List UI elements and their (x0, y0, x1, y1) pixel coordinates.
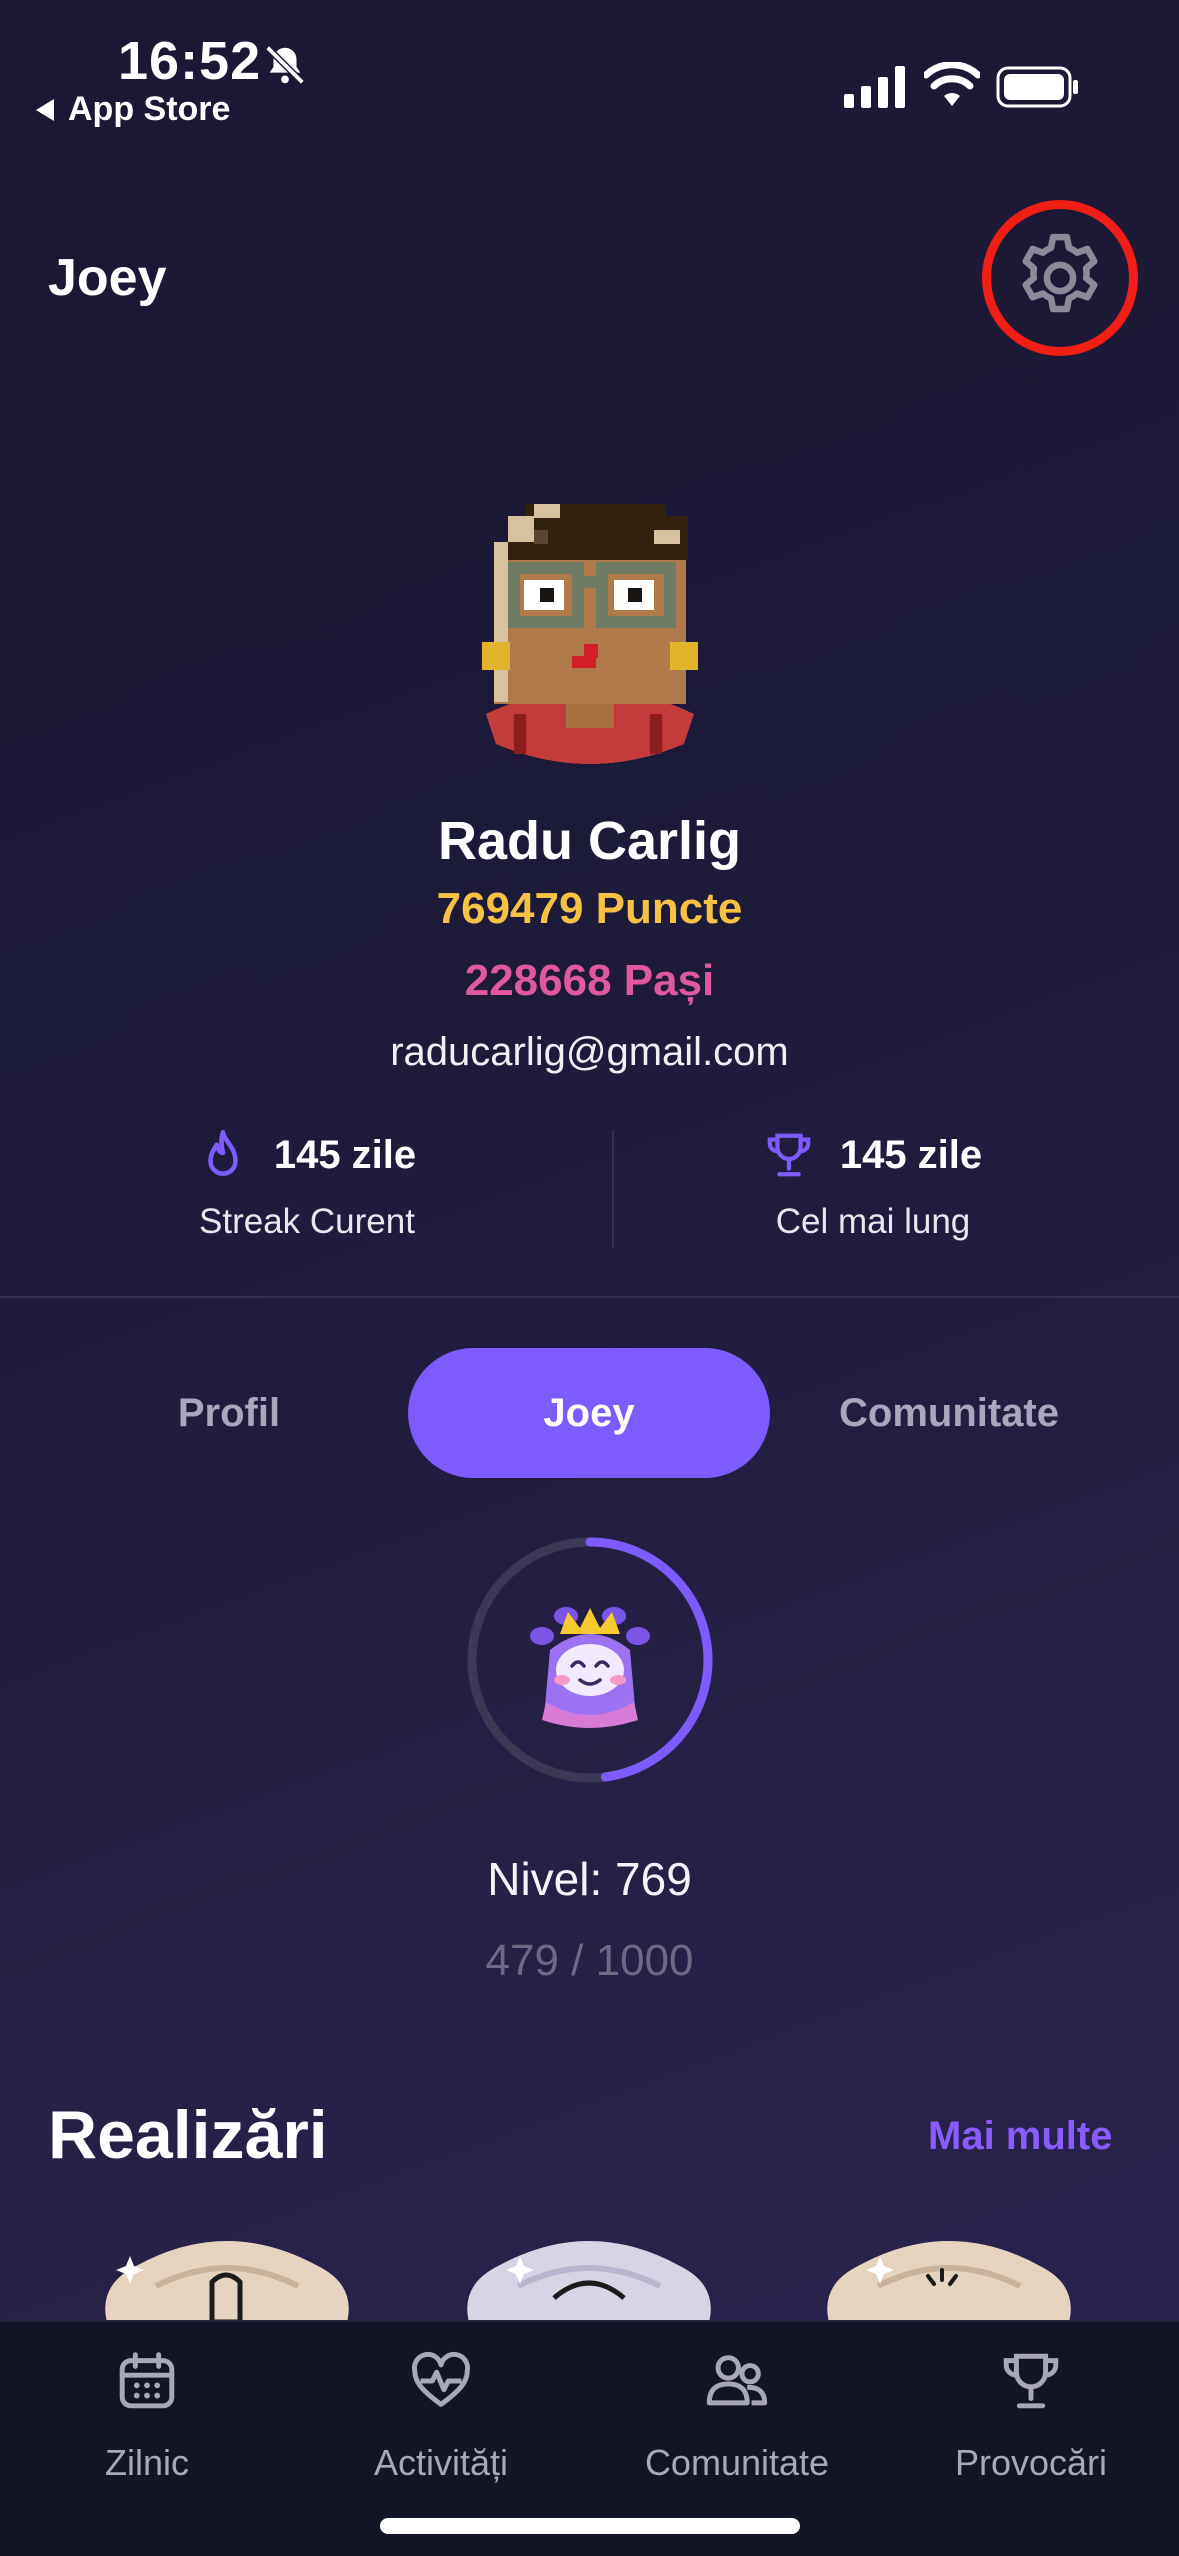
tab-joey[interactable]: Joey (408, 1348, 770, 1478)
achievements-title: Realizări (48, 2097, 328, 2173)
bell-muted-icon (265, 45, 305, 85)
longest-streak-label: Cel mai lung (775, 1202, 971, 1241)
battery-icon (996, 66, 1078, 108)
heart-pulse-icon (411, 2351, 471, 2407)
flame-icon (208, 1129, 238, 1176)
nav-label: Zilnic (104, 2442, 189, 2483)
trophy-icon (1003, 2353, 1059, 2409)
tab-comunitate[interactable]: Comunitate (790, 1348, 1108, 1478)
user-email: raducarlig@gmail.com (390, 1030, 789, 1074)
avatar (482, 504, 698, 764)
level-progress-text: 479 / 1000 (485, 1936, 694, 1985)
nav-zilnic[interactable]: Zilnic (0, 2322, 294, 2502)
level-progress-ring (467, 1537, 713, 1783)
calendar-icon (119, 2352, 175, 2409)
status-time: 16:52 (118, 31, 262, 91)
divider (0, 1296, 1179, 1298)
nav-activitati[interactable]: Activități (294, 2322, 588, 2502)
home-indicator[interactable] (380, 2518, 800, 2534)
trophy-icon (767, 1133, 811, 1177)
nav-label: Provocări (954, 2442, 1108, 2483)
more-achievements-link[interactable]: Mai multe (928, 2114, 1112, 2159)
back-to-app-store[interactable]: App Store (36, 90, 230, 129)
mascot-joey (530, 1607, 650, 1728)
user-points: 769479 Puncte (436, 884, 743, 933)
cellular-signal-icon (844, 66, 905, 108)
nav-provocari[interactable]: Provocări (884, 2322, 1178, 2502)
longest-streak: 145 zile Cel mai lung (638, 1128, 1108, 1242)
back-label: App Store (68, 90, 231, 128)
longest-streak-value: 145 zile (839, 1132, 983, 1177)
nav-label: Activități (373, 2442, 509, 2483)
settings-button[interactable] (982, 200, 1138, 356)
gear-icon (1022, 233, 1098, 313)
nav-comunitate[interactable]: Comunitate (590, 2322, 884, 2502)
users-icon (706, 2355, 768, 2406)
stats-divider (612, 1130, 614, 1248)
page-title: Joey (48, 249, 167, 307)
tab-profil[interactable]: Profil (98, 1348, 360, 1478)
current-streak-label: Streak Curent (199, 1202, 415, 1241)
level-label: Nivel: 769 (487, 1853, 692, 1905)
back-arrow-icon (36, 98, 54, 121)
wifi-icon (924, 62, 980, 106)
user-steps: 228668 Pași (464, 956, 715, 1005)
nav-label: Comunitate (644, 2442, 830, 2483)
current-streak: 145 zile Streak Curent (72, 1128, 542, 1242)
user-name: Radu Carlig (437, 811, 742, 871)
current-streak-value: 145 zile (273, 1132, 417, 1177)
segmented-tabs: Profil Joey Comunitate (0, 1348, 1179, 1478)
